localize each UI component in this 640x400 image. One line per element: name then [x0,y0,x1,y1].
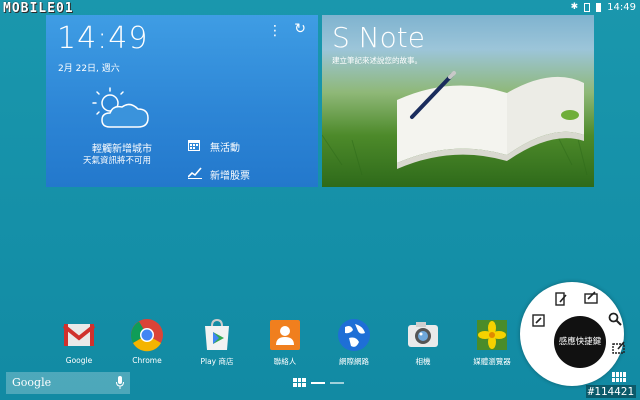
app-label: 網際網路 [339,357,369,366]
refresh-icon[interactable]: ↻ [294,21,306,37]
app-label: Google [65,356,93,365]
sim-icon [584,3,591,12]
pen-window-icon[interactable] [612,340,626,354]
app-label: 相機 [415,357,431,366]
quick-command-panel[interactable]: 感應快捷鍵 [520,282,640,400]
status-right: ✱ 14:49 [571,2,636,13]
snote-title: S Note [332,21,425,54]
play-store-icon [200,318,234,352]
menu-icon[interactable]: ⋮ [268,23,282,39]
app-label: 聯絡人 [273,357,297,366]
app-label: 媒體瀏覽器 [473,357,511,366]
app-internet[interactable]: 網際網路 [324,318,384,367]
clock-weather-widget[interactable]: 14:49 2月 22日, 週六 ⋮ ↻ 輕觸新增城市 天氣資訊將不可用 無活動… [46,15,318,187]
home-pages-grid-icon[interactable] [293,378,306,387]
app-play-store[interactable]: Play 商店 [187,318,247,367]
quick-command-button[interactable]: 感應快捷鍵 [554,316,606,368]
apps-drawer-icon[interactable] [612,372,626,382]
bluetooth-icon: ✱ [570,2,579,12]
battery-icon [596,3,602,12]
camera-icon [406,318,440,352]
calendar-icon [188,140,200,151]
weather-info-label: 天氣資訊將不可用 [83,156,152,166]
watermark-id: #114421 [585,385,636,398]
internet-icon [337,318,371,352]
clock-time[interactable]: 14:49 [57,21,148,56]
scrap-booker-icon[interactable] [584,290,598,304]
app-chrome[interactable]: Chrome [117,318,177,365]
status-time: 14:49 [607,2,636,13]
page-indicator[interactable] [293,378,344,387]
app-camera[interactable]: 相機 [393,318,453,367]
app-contacts[interactable]: 聯絡人 [255,318,315,367]
quick-command-label: 感應快捷鍵 [558,336,602,347]
add-stock-label[interactable]: 新增股票 [210,167,250,182]
app-label: Chrome [132,356,162,365]
stock-chart-icon [188,167,202,179]
clock-date: 2月 22日, 週六 [58,64,120,74]
calendar-events-label[interactable]: 無活動 [210,139,240,154]
media-browser-icon [475,318,509,352]
status-bar: MOBILE01 ✱ 14:49 [0,0,640,16]
app-google[interactable]: Google [49,318,109,365]
search-input[interactable]: Google [12,376,51,389]
weather-city-label[interactable]: 輕觸新增城市 [92,140,152,155]
snote-widget[interactable]: S Note 建立筆記來述說您的故事。 [322,15,594,187]
weather-cloud-sun-icon[interactable] [88,85,154,135]
contacts-icon [268,318,302,352]
mobile01-watermark-logo: MOBILE01 [3,1,74,16]
app-media-browser[interactable]: 媒體瀏覽器 [462,318,522,367]
chrome-icon [130,318,164,352]
page-dot-active[interactable] [311,381,325,384]
search-icon[interactable] [608,312,622,326]
action-memo-icon[interactable] [532,314,546,328]
page-dot[interactable] [330,381,344,384]
gmail-icon [62,318,96,352]
google-search-bar[interactable]: Google [6,372,130,394]
screen-write-icon[interactable] [554,292,568,306]
mic-icon[interactable] [116,376,124,389]
snote-subtitle: 建立筆記來述說您的故事。 [332,56,422,65]
app-label: Play 商店 [200,357,234,366]
